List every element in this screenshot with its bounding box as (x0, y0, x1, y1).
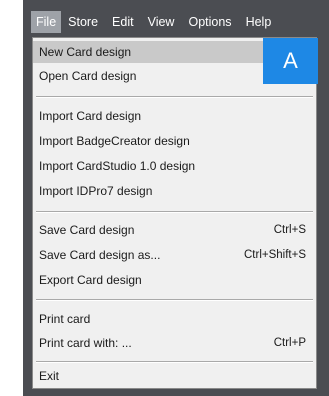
menu-item-label: Import BadgeCreator design (39, 134, 190, 148)
menu-item-shortcut: Ctrl+S (273, 224, 306, 236)
menu-item-label: Import CardStudio 1.0 design (39, 159, 196, 173)
menu-separator (36, 211, 313, 213)
menu-item-export-card-design[interactable]: Export Card design (33, 269, 316, 291)
menu-item-label: New Card design (39, 45, 132, 59)
menu-bar: File Store Edit View Options Help (23, 9, 329, 35)
menu-help[interactable]: Help (239, 11, 279, 33)
menu-item-import-idpro7[interactable]: Import IDPro7 design (33, 180, 316, 202)
menu-item-save-card-design[interactable]: Save Card design Ctrl+S (33, 219, 316, 241)
menu-view[interactable]: View (141, 11, 182, 33)
menu-edit[interactable]: Edit (105, 11, 141, 33)
menu-separator (36, 299, 313, 301)
menu-item-label: Import IDPro7 design (39, 184, 153, 198)
menu-item-shortcut: Ctrl+Shift+S (244, 249, 306, 261)
menu-file[interactable]: File (31, 11, 62, 33)
menu-separator (36, 361, 313, 363)
menu-item-label: Export Card design (39, 273, 142, 287)
menu-item-import-badgecreator[interactable]: Import BadgeCreator design (33, 130, 316, 152)
menu-item-label: Print card (39, 312, 91, 326)
menu-options[interactable]: Options (181, 11, 238, 33)
file-dropdown-menu: New Card design Open Card design Import … (32, 37, 317, 389)
menu-item-save-card-design-as[interactable]: Save Card design as... Ctrl+Shift+S (33, 244, 316, 266)
menu-item-import-cardstudio[interactable]: Import CardStudio 1.0 design (33, 155, 316, 177)
menu-item-print-card-with[interactable]: Print card with: ... Ctrl+P (33, 332, 316, 354)
menu-item-label: Print card with: ... (39, 336, 132, 350)
menu-item-print-card[interactable]: Print card (33, 308, 316, 330)
menu-item-label: Open Card design (39, 69, 137, 83)
menu-item-label: Import Card design (39, 109, 142, 123)
menu-store[interactable]: Store (61, 11, 105, 33)
menu-item-label: Exit (39, 369, 60, 383)
menu-item-import-card-design[interactable]: Import Card design (33, 105, 316, 127)
menu-item-label: Save Card design as... (39, 248, 161, 262)
menu-separator (36, 96, 313, 98)
callout-badge: A (263, 38, 318, 84)
menu-item-label: Save Card design (39, 223, 135, 237)
menu-item-shortcut: Ctrl+P (273, 337, 306, 349)
menu-item-exit[interactable]: Exit (33, 365, 316, 387)
